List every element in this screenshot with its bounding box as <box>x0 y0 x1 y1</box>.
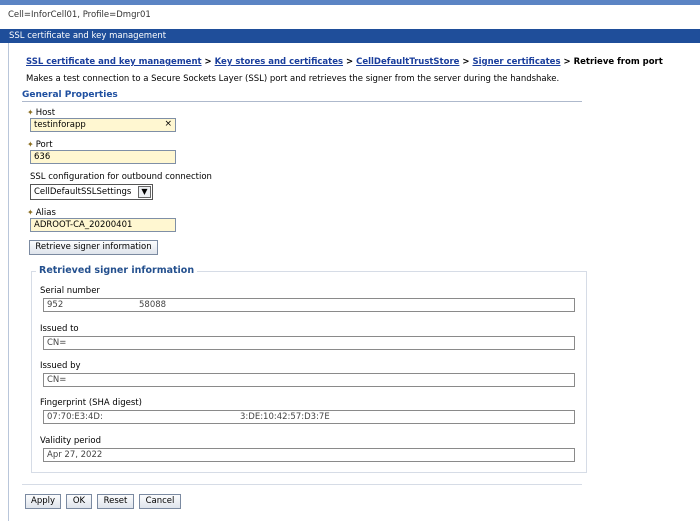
fingerprint-field: 07:70:E3:4D: 3:DE:10:42:57:D3:7E <box>43 410 575 424</box>
port-input[interactable]: 636 <box>30 150 176 164</box>
breadcrumb-link-ssl-management[interactable]: SSL certificate and key management <box>26 57 202 67</box>
breadcrumb-link-trust-store[interactable]: CellDefaultTrustStore <box>356 57 459 67</box>
page-title-bar: SSL certificate and key management <box>0 29 700 43</box>
retrieve-signer-button[interactable]: Retrieve signer information <box>29 240 158 255</box>
issued-by-field: CN= <box>43 373 575 387</box>
host-label: ✦ Host <box>27 108 56 118</box>
alias-input[interactable]: ADROOT-CA_20200401 <box>30 218 176 232</box>
ok-button[interactable]: OK <box>66 494 92 509</box>
validity-period-field: Apr 27, 2022 <box>43 448 575 462</box>
ssl-config-select[interactable]: CellDefaultSSLSettings ▼ <box>30 184 153 200</box>
content-left-border <box>8 43 9 521</box>
serial-number-label: Serial number <box>40 286 100 296</box>
breadcrumb-link-key-stores[interactable]: Key stores and certificates <box>215 57 343 67</box>
breadcrumb-separator: > <box>204 57 212 67</box>
form-divider <box>22 484 582 485</box>
issued-to-label: Issued to <box>40 324 79 334</box>
reset-button[interactable]: Reset <box>97 494 134 509</box>
breadcrumb-separator: > <box>563 57 571 67</box>
serial-number-field: 952 58088 <box>43 298 575 312</box>
port-label: ✦ Port <box>27 140 53 150</box>
retrieved-signer-heading: Retrieved signer information <box>36 265 198 276</box>
breadcrumb: SSL certificate and key management > Key… <box>26 57 663 67</box>
breadcrumb-link-signer-certificates[interactable]: Signer certificates <box>472 57 560 67</box>
issued-to-field: CN= <box>43 336 575 350</box>
required-field-icon: ✦ <box>27 208 34 217</box>
page-description: Makes a test connection to a Secure Sock… <box>26 74 560 84</box>
fingerprint-label: Fingerprint (SHA digest) <box>40 398 142 408</box>
top-accent-stripe <box>0 0 700 5</box>
chevron-down-icon[interactable]: ▼ <box>138 186 151 198</box>
issued-by-label: Issued by <box>40 361 81 371</box>
apply-button[interactable]: Apply <box>25 494 61 509</box>
cancel-button[interactable]: Cancel <box>139 494 181 509</box>
scope-label: Cell=InforCell01, Profile=Dmgr01 <box>8 10 151 20</box>
alias-label: ✦ Alias <box>27 208 56 218</box>
breadcrumb-separator: > <box>346 57 354 67</box>
breadcrumb-current: Retrieve from port <box>573 57 663 67</box>
required-field-icon: ✦ <box>27 108 34 117</box>
breadcrumb-separator: > <box>462 57 470 67</box>
page-title: SSL certificate and key management <box>9 31 167 41</box>
host-input[interactable]: testinforapp × <box>30 118 176 132</box>
required-field-icon: ✦ <box>27 140 34 149</box>
general-properties-heading: General Properties <box>22 90 582 102</box>
validity-period-label: Validity period <box>40 436 101 446</box>
clear-icon[interactable]: × <box>164 119 172 129</box>
ssl-config-label: SSL configuration for outbound connectio… <box>30 172 212 182</box>
